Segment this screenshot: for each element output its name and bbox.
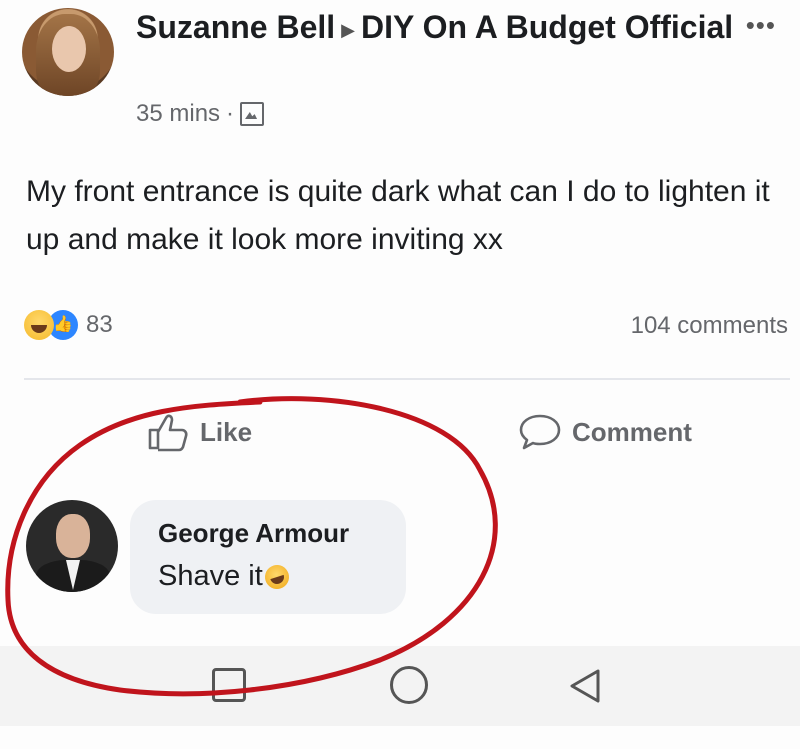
laughing-emoji-icon [261,561,292,592]
speech-bubble-icon [518,412,562,452]
reaction-count: 83 [86,311,113,338]
android-nav-bar [0,646,800,726]
like-label: Like [200,416,253,447]
comment-bubble: George Armour Shave it [130,500,406,614]
post-time[interactable]: 35 mins [136,100,220,128]
commenter-name[interactable]: George Armour [158,518,349,549]
facebook-post-screenshot: Suzanne Bell ▶ DIY On A Budget Official ••… [0,0,800,749]
divider [24,378,790,380]
like-button[interactable]: Like [146,412,252,452]
reactions-summary[interactable]: 👍 83 [24,310,113,340]
comments-count[interactable]: 104 comments [631,312,788,340]
comment-label: Comment [572,416,692,447]
avatar-head [56,514,90,558]
comment-text: Shave it [158,560,292,593]
arrow-right-icon: ▶ [341,19,355,40]
more-options-icon[interactable]: ••• [746,10,776,41]
back-icon[interactable] [568,668,602,704]
author-name[interactable]: Suzanne Bell [136,9,335,45]
home-icon[interactable] [390,666,428,704]
thumbs-up-icon [146,412,190,452]
author-avatar[interactable] [22,8,114,96]
haha-reaction-icon [24,310,54,340]
privacy-icon [240,102,265,126]
post-body-text: My front entrance is quite dark what can… [26,175,770,256]
commenter-avatar[interactable] [26,500,118,592]
meta-separator: · [226,100,235,127]
post-meta: 35 mins · [136,100,265,128]
comment-body: Shave it [158,560,263,592]
post-header-title: Suzanne Bell ▶ DIY On A Budget Official [136,6,736,51]
comment-button[interactable]: Comment [518,412,692,452]
group-name[interactable]: DIY On A Budget Official [361,9,733,45]
recent-apps-icon[interactable] [212,668,246,702]
avatar-face [52,26,86,72]
red-circle-annotation [5,396,498,697]
